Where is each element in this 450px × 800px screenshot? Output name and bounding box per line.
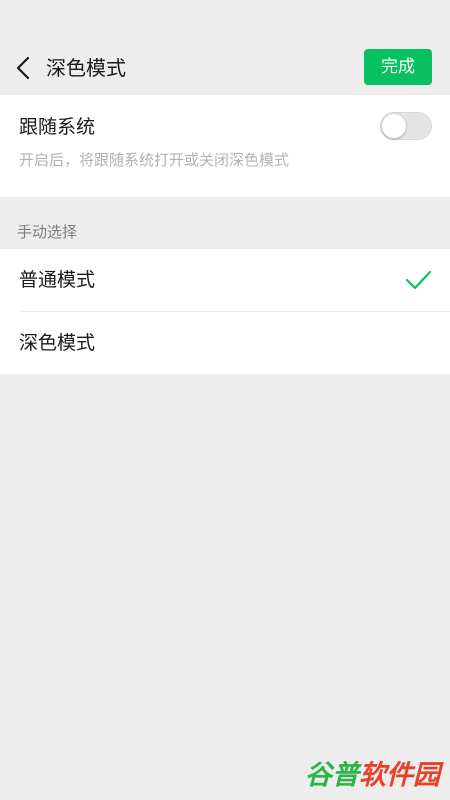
option-normal-mode[interactable]: 普通模式	[0, 249, 450, 311]
follow-system-toggle[interactable]	[380, 112, 432, 140]
manual-section-label: 手动选择	[17, 223, 78, 241]
page-title: 深色模式	[46, 56, 126, 80]
check-icon	[405, 270, 432, 290]
option-label: 深色模式	[19, 332, 96, 354]
follow-system-card: 跟随系统 开启后，将跟随系统打开或关闭深色模式	[0, 95, 450, 197]
follow-system-label: 跟随系统	[19, 116, 96, 138]
done-button[interactable]: 完成	[364, 49, 432, 85]
manual-options-list: 普通模式 深色模式	[0, 249, 450, 374]
watermark-part2: 软件园	[359, 759, 440, 791]
option-dark-mode[interactable]: 深色模式	[0, 312, 450, 374]
top-bar: 深色模式 完成	[0, 0, 450, 94]
follow-system-description: 开启后，将跟随系统打开或关闭深色模式	[19, 151, 290, 169]
watermark-part1: 谷普	[305, 759, 359, 791]
chevron-left-icon	[16, 56, 30, 80]
option-label: 普通模式	[19, 269, 96, 291]
back-button[interactable]	[10, 54, 36, 82]
watermark-logo: 谷普 软件园	[305, 752, 440, 792]
toggle-knob	[382, 114, 406, 138]
